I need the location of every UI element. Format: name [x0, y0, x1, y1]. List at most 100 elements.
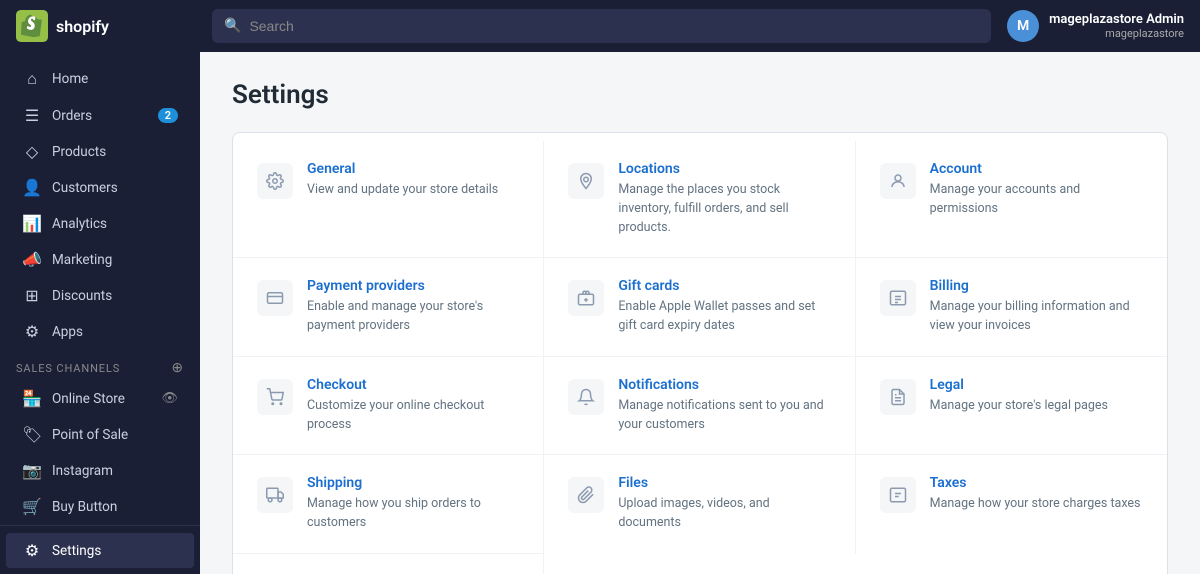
logo-text: shopify [56, 17, 109, 36]
badge-orders: 2 [158, 108, 178, 123]
avatar: M [1007, 10, 1039, 42]
shipping-icon [257, 477, 293, 513]
sidebar-label-discounts: Discounts [52, 288, 112, 304]
add-sales-channel-icon[interactable]: ⊕ [171, 360, 184, 376]
sidebar-label-point-of-sale: Point of Sale [52, 427, 128, 443]
sidebar-item-discounts[interactable]: ⊞ Discounts [6, 278, 194, 313]
sidebar: ⌂ Home ☰ Orders 2 ◇ Products 👤 Customers… [0, 52, 200, 574]
sidebar-label-instagram: Instagram [52, 463, 113, 479]
payment-providers-icon [257, 280, 293, 316]
billing-title: Billing [930, 278, 1143, 294]
notifications-title: Notifications [618, 377, 830, 393]
checkout-icon [257, 379, 293, 415]
sidebar-label-marketing: Marketing [52, 252, 112, 268]
sidebar-item-settings[interactable]: ⚙ Settings [6, 533, 194, 568]
topbar: shopify 🔍 M mageplazastore Admin magepla… [0, 0, 1200, 52]
general-text: General View and update your store detai… [307, 161, 519, 200]
settings-item-payment-providers[interactable]: Payment providers Enable and manage your… [233, 258, 544, 357]
instagram-icon: 📷 [22, 461, 42, 480]
files-title: Files [618, 475, 830, 491]
sidebar-item-analytics[interactable]: 📊 Analytics [6, 206, 194, 241]
settings-item-checkout[interactable]: Checkout Customize your online checkout … [233, 357, 544, 456]
settings-item-locations[interactable]: Locations Manage the places you stock in… [544, 141, 855, 258]
notifications-icon [568, 379, 604, 415]
gift-cards-title: Gift cards [618, 278, 830, 294]
sales-channels-header: SALES CHANNELS ⊕ [0, 350, 200, 380]
gift-cards-icon [568, 280, 604, 316]
account-title: Account [930, 161, 1143, 177]
general-icon [257, 163, 293, 199]
general-title: General [307, 161, 519, 177]
eye-icon-online-store[interactable]: 👁 [161, 391, 178, 406]
sidebar-item-point-of-sale[interactable]: 🏷 Point of Sale [6, 417, 194, 452]
settings-item-general[interactable]: General View and update your store detai… [233, 141, 544, 258]
legal-title: Legal [930, 377, 1143, 393]
gift-cards-text: Gift cards Enable Apple Wallet passes an… [618, 278, 830, 336]
shipping-text: Shipping Manage how you ship orders to c… [307, 475, 519, 533]
shopify-logo-icon [16, 10, 48, 42]
sidebar-item-products[interactable]: ◇ Products [6, 134, 194, 169]
taxes-text: Taxes Manage how your store charges taxe… [930, 475, 1143, 514]
taxes-desc: Manage how your store charges taxes [930, 495, 1143, 514]
sidebar-item-customers[interactable]: 👤 Customers [6, 170, 194, 205]
settings-icon: ⚙ [22, 541, 42, 560]
sidebar-item-online-store[interactable]: 🏪 Online Store 👁 [6, 381, 194, 416]
sidebar-label-buy-button: Buy Button [52, 499, 117, 515]
user-sub: mageplazastore [1049, 27, 1184, 40]
sidebar-bottom: ⚙ Settings [0, 525, 200, 569]
layout: ⌂ Home ☰ Orders 2 ◇ Products 👤 Customers… [0, 52, 1200, 574]
apps-icon: ⚙ [22, 322, 42, 341]
settings-item-sales-channels[interactable]: Sales channels Manage the channels you u… [233, 554, 544, 574]
shipping-title: Shipping [307, 475, 519, 491]
legal-icon [880, 379, 916, 415]
user-name: mageplazastore Admin [1049, 12, 1184, 27]
account-icon [880, 163, 916, 199]
analytics-icon: 📊 [22, 214, 42, 233]
settings-item-taxes[interactable]: Taxes Manage how your store charges taxe… [856, 455, 1167, 554]
notifications-desc: Manage notifications sent to you and you… [618, 397, 830, 435]
settings-item-billing[interactable]: Billing Manage your billing information … [856, 258, 1167, 357]
general-desc: View and update your store details [307, 181, 519, 200]
settings-item-files[interactable]: Files Upload images, videos, and documen… [544, 455, 855, 554]
account-text: Account Manage your accounts and permiss… [930, 161, 1143, 219]
sidebar-label-analytics: Analytics [52, 216, 107, 232]
files-icon [568, 477, 604, 513]
main-content: Settings General View and update your st… [200, 52, 1200, 574]
files-desc: Upload images, videos, and documents [618, 495, 830, 533]
sidebar-item-marketing[interactable]: 📣 Marketing [6, 242, 194, 277]
locations-icon [568, 163, 604, 199]
buy-button-icon: 🛒 [22, 497, 42, 516]
taxes-title: Taxes [930, 475, 1143, 491]
search-bar[interactable]: 🔍 [212, 9, 991, 43]
search-input[interactable] [249, 18, 979, 34]
products-icon: ◇ [22, 142, 42, 161]
sidebar-label-home: Home [52, 71, 88, 87]
settings-item-gift-cards[interactable]: Gift cards Enable Apple Wallet passes an… [544, 258, 855, 357]
legal-text: Legal Manage your store's legal pages [930, 377, 1143, 416]
sidebar-item-home[interactable]: ⌂ Home [6, 61, 194, 97]
user-info: mageplazastore Admin mageplazastore [1049, 12, 1184, 40]
files-text: Files Upload images, videos, and documen… [618, 475, 830, 533]
payment-providers-text: Payment providers Enable and manage your… [307, 278, 519, 336]
taxes-icon [880, 477, 916, 513]
settings-item-shipping[interactable]: Shipping Manage how you ship orders to c… [233, 455, 544, 554]
settings-item-legal[interactable]: Legal Manage your store's legal pages [856, 357, 1167, 456]
settings-item-notifications[interactable]: Notifications Manage notifications sent … [544, 357, 855, 456]
settings-item-account[interactable]: Account Manage your accounts and permiss… [856, 141, 1167, 258]
sidebar-item-orders[interactable]: ☰ Orders 2 [6, 98, 194, 133]
sidebar-item-apps[interactable]: ⚙ Apps [6, 314, 194, 349]
account-desc: Manage your accounts and permissions [930, 181, 1143, 219]
page-title: Settings [232, 80, 1168, 110]
sidebar-item-buy-button[interactable]: 🛒 Buy Button [6, 489, 194, 524]
legal-desc: Manage your store's legal pages [930, 397, 1143, 416]
checkout-title: Checkout [307, 377, 519, 393]
gift-cards-desc: Enable Apple Wallet passes and set gift … [618, 298, 830, 336]
notifications-text: Notifications Manage notifications sent … [618, 377, 830, 435]
point-of-sale-icon: 🏷 [22, 425, 42, 444]
search-icon: 🔍 [224, 18, 241, 34]
sidebar-item-instagram[interactable]: 📷 Instagram [6, 453, 194, 488]
shipping-desc: Manage how you ship orders to customers [307, 495, 519, 533]
locations-title: Locations [618, 161, 830, 177]
payment-providers-desc: Enable and manage your store's payment p… [307, 298, 519, 336]
locations-text: Locations Manage the places you stock in… [618, 161, 830, 237]
